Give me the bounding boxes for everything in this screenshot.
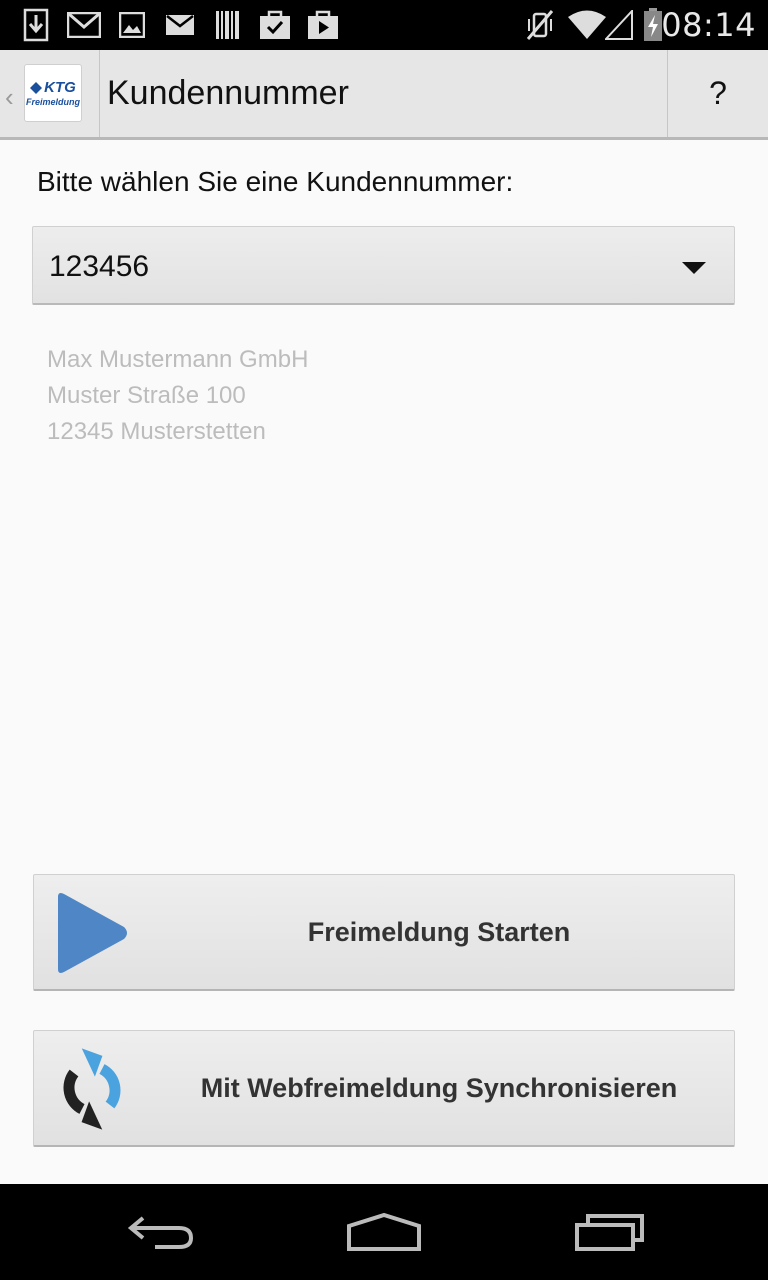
- address-line-company: Max Mustermann GmbH: [47, 346, 309, 373]
- customer-number-prompt: Bitte wählen Sie eine Kundennummer:: [37, 166, 514, 197]
- action-bar: ‹ KTG Freimeldung Kundennummer ?: [0, 50, 768, 140]
- help-button[interactable]: ?: [668, 50, 768, 137]
- app-logo: KTG Freimeldung: [24, 64, 82, 122]
- signal-icon: [604, 8, 634, 42]
- dropdown-arrow-icon: [682, 262, 706, 274]
- play-icon: [54, 891, 130, 975]
- page-title: Kundennummer: [107, 74, 349, 112]
- home-up-button[interactable]: ‹ KTG Freimeldung: [0, 50, 99, 137]
- task-check-icon: [258, 8, 292, 42]
- divider: [99, 50, 100, 137]
- customer-number-spinner[interactable]: 123456: [32, 226, 735, 305]
- recent-apps-icon[interactable]: [565, 1204, 655, 1260]
- start-freimeldung-button[interactable]: Freimeldung Starten: [33, 874, 735, 991]
- customer-number-value: 123456: [49, 250, 150, 283]
- sync-button-label: Mit Webfreimeldung Synchronisieren: [200, 1073, 678, 1103]
- home-icon[interactable]: [339, 1204, 429, 1260]
- status-bar: 08:14: [0, 0, 768, 50]
- status-time: 08:14: [661, 6, 756, 44]
- address-line-street: Muster Straße 100: [47, 382, 246, 409]
- address-line-city: 12345 Musterstetten: [47, 418, 266, 445]
- gmail-icon: [66, 8, 102, 42]
- play-store-icon: [306, 8, 340, 42]
- chevron-left-icon: ‹: [5, 82, 14, 112]
- customer-address: Max Mustermann GmbH Muster Straße 100 12…: [47, 342, 308, 450]
- barcode-icon: [214, 8, 242, 42]
- navigation-bar: [0, 1184, 768, 1280]
- vibrate-off-icon: [524, 8, 556, 42]
- sync-icon: [54, 1047, 130, 1131]
- start-button-label: Freimeldung Starten: [307, 917, 571, 947]
- logo-subtext: Freimeldung: [25, 97, 80, 107]
- logo-diamond-icon: [30, 81, 43, 94]
- email-icon: [164, 8, 196, 42]
- sync-webfreimeldung-button[interactable]: Mit Webfreimeldung Synchronisieren: [33, 1030, 735, 1147]
- image-icon: [118, 8, 146, 42]
- logo-text: KTG: [44, 79, 76, 96]
- back-icon[interactable]: [115, 1204, 205, 1260]
- wifi-icon: [566, 8, 608, 42]
- download-icon: [22, 8, 50, 42]
